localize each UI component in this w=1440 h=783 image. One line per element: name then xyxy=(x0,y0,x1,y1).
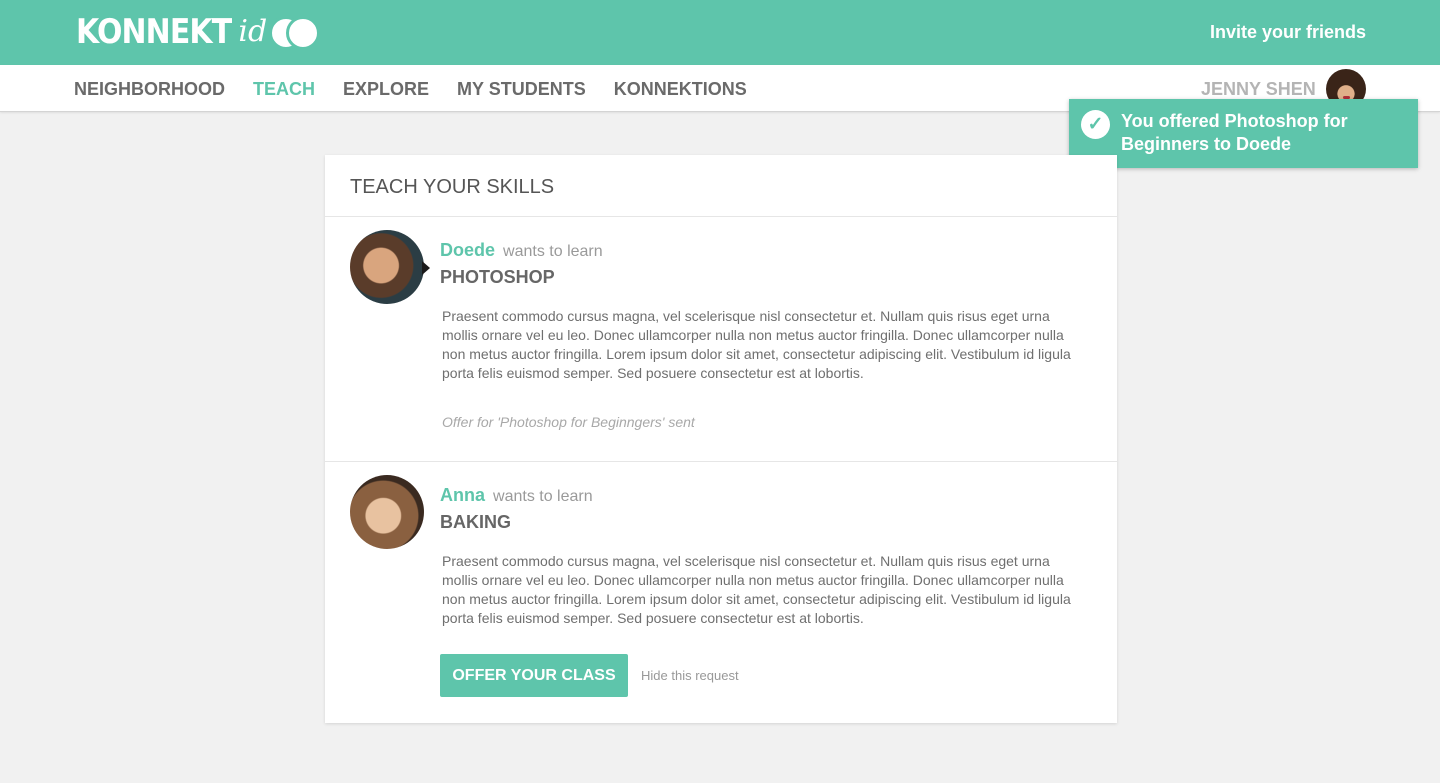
request-description: Praesent commodo cursus magna, vel scele… xyxy=(442,308,1071,381)
requester-name[interactable]: Doede xyxy=(440,240,495,260)
skill-name: PHOTOSHOP xyxy=(440,267,555,287)
logo-accent-text: id xyxy=(238,14,268,49)
toast-message: You offered Photoshop for Beginners to D… xyxy=(1121,111,1348,154)
teach-skills-card: TEACH YOUR SKILLS Doede wants to learn P… xyxy=(325,155,1117,723)
skill-name: BAKING xyxy=(440,512,511,532)
check-icon: ✓ xyxy=(1081,110,1110,139)
logo-text: KONNEKT xyxy=(76,12,232,52)
hide-request-link[interactable]: Hide this request xyxy=(641,668,739,683)
logo-bubbles-icon xyxy=(269,14,325,50)
nav-item-konnektions[interactable]: KONNEKTIONS xyxy=(614,79,747,100)
logo[interactable]: KONNEKT id xyxy=(76,12,325,52)
nav-items: NEIGHBORHOOD TEACH EXPLORE MY STUDENTS K… xyxy=(74,79,747,100)
user-name[interactable]: JENNY SHEN xyxy=(1201,79,1316,100)
top-bar: KONNEKT id Invite your friends xyxy=(0,0,1440,65)
success-toast: ✓ You offered Photoshop for Beginners to… xyxy=(1069,99,1418,168)
card-title: TEACH YOUR SKILLS xyxy=(325,155,1117,217)
requester-name[interactable]: Anna xyxy=(440,485,485,505)
nav-item-neighborhood[interactable]: NEIGHBORHOOD xyxy=(74,79,225,100)
request-item: Doede wants to learn PHOTOSHOP Praesent … xyxy=(325,217,1117,462)
invite-friends-link[interactable]: Invite your friends xyxy=(1210,22,1366,43)
nav-item-explore[interactable]: EXPLORE xyxy=(343,79,429,100)
avatar[interactable] xyxy=(350,475,424,549)
request-description: Praesent commodo cursus magna, vel scele… xyxy=(442,553,1071,626)
nav-item-teach[interactable]: TEACH xyxy=(253,79,315,100)
avatar[interactable] xyxy=(350,230,424,304)
wants-label: wants to learn xyxy=(503,243,603,260)
pointer-icon xyxy=(422,261,430,275)
nav-item-my-students[interactable]: MY STUDENTS xyxy=(457,79,586,100)
request-header: Doede wants to learn xyxy=(440,240,603,261)
wants-label: wants to learn xyxy=(493,488,593,505)
request-header: Anna wants to learn xyxy=(440,485,593,506)
offer-class-button[interactable]: OFFER YOUR CLASS xyxy=(440,654,628,697)
offer-status: Offer for 'Photoshop for Beginngers' sen… xyxy=(442,414,695,430)
request-item: Anna wants to learn BAKING Praesent comm… xyxy=(325,462,1117,723)
